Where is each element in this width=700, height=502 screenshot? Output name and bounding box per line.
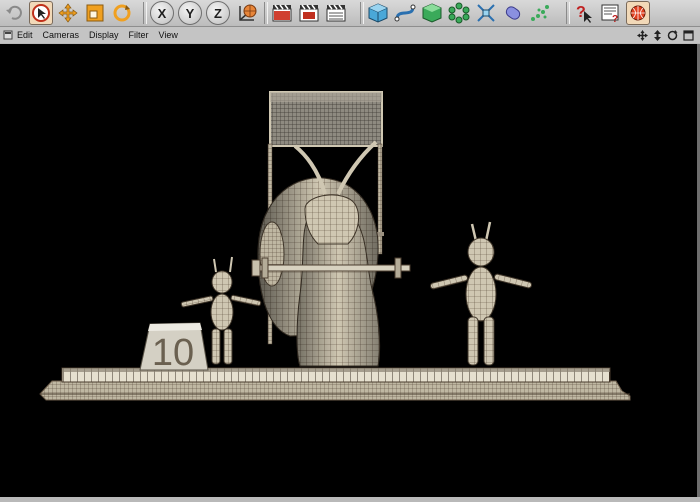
x-axis-lock-button[interactable]: X [150, 1, 174, 25]
layout-manager-icon[interactable]: ? [599, 1, 623, 25]
viewport-render: 10 [39, 91, 631, 401]
menu-cameras[interactable]: Cameras [43, 30, 80, 40]
piano-base-model[interactable] [39, 367, 631, 401]
large-bug-model[interactable] [429, 221, 533, 366]
svg-text:?: ? [612, 14, 618, 24]
pan-view-icon[interactable] [637, 29, 648, 41]
spline-pen-icon[interactable] [393, 1, 417, 25]
z-axis-lock-button[interactable]: Z [206, 1, 230, 25]
scale-tool-icon[interactable] [83, 1, 107, 25]
render-picture-viewer-icon[interactable] [297, 1, 321, 25]
array-tool-icon[interactable] [447, 1, 471, 25]
viewport-panel-icon[interactable] [3, 30, 13, 40]
3d-viewport[interactable]: 10 [0, 44, 700, 497]
help-icon[interactable]: ? [572, 1, 596, 25]
menu-view[interactable]: View [159, 30, 178, 40]
particle-emitter-icon[interactable] [528, 1, 552, 25]
render-view-icon[interactable] [270, 1, 294, 25]
scene-object-icon[interactable] [501, 1, 525, 25]
maximize-view-icon[interactable] [683, 29, 694, 41]
render-settings-icon[interactable] [324, 1, 348, 25]
rotate-tool-icon[interactable] [110, 1, 134, 25]
viewport-navigation [632, 27, 694, 43]
rotate-view-icon[interactable] [667, 29, 678, 41]
block-number-label: 10 [152, 332, 194, 374]
viewport-menu-bar: Edit Cameras Display Filter View [0, 27, 700, 43]
number-block-model[interactable]: 10 [139, 322, 209, 374]
live-selection-icon[interactable] [29, 1, 53, 25]
undo-icon[interactable] [2, 1, 26, 25]
y-axis-lock-button[interactable]: Y [178, 1, 202, 25]
menu-display[interactable]: Display [89, 30, 119, 40]
menu-edit[interactable]: Edit [17, 30, 33, 40]
snail-model[interactable] [251, 140, 411, 367]
cube-primitive-icon[interactable] [366, 1, 390, 25]
coordinate-system-icon[interactable] [234, 1, 258, 25]
menu-filter[interactable]: Filter [129, 30, 149, 40]
generators-icon[interactable] [420, 1, 444, 25]
deformer-icon[interactable] [474, 1, 498, 25]
layout-switch-icon[interactable] [626, 1, 650, 25]
main-toolbar: X Y Z ? ? [0, 0, 700, 27]
move-tool-icon[interactable] [56, 1, 80, 25]
zoom-view-icon[interactable] [653, 29, 662, 41]
